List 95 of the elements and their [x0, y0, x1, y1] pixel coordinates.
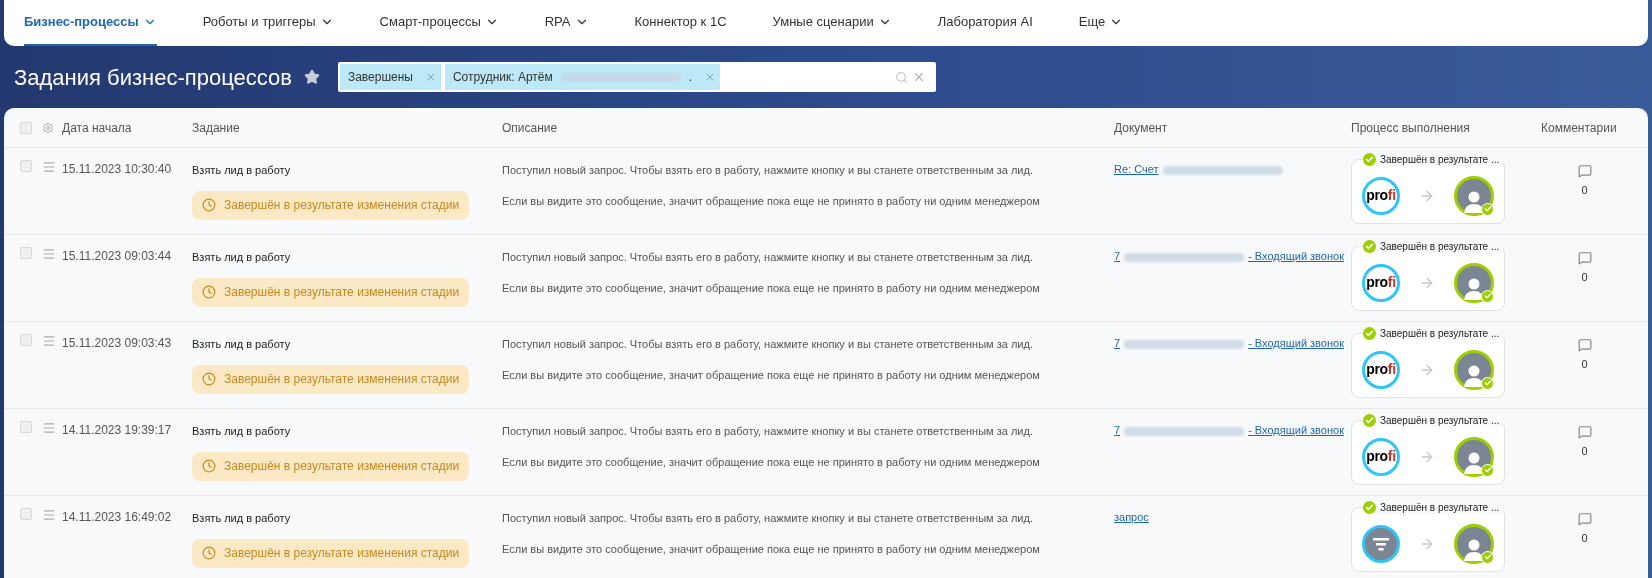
- comment-icon[interactable]: [1577, 251, 1592, 265]
- task-name: Взять лид в работу: [192, 250, 291, 265]
- clock-icon: [202, 459, 216, 473]
- nav-tab[interactable]: Умные сценарии: [772, 0, 892, 46]
- description-text: Поступил новый запрос. Чтобы взять его в работу, нажмите кнопку и вы станете ответственным за лид.: [502, 337, 1034, 352]
- comment-icon[interactable]: [1577, 512, 1592, 526]
- nav-tab[interactable]: Роботы и триггеры: [202, 0, 334, 46]
- description-text: Если вы видите это сообщение, значит обращение пока еще не принято в работу ни одним менеджером: [502, 280, 1041, 296]
- description-text: Поступил новый запрос. Чтобы взять его в работу, нажмите кнопку и вы станете ответственным за лид.: [502, 163, 1034, 178]
- filter-search-field[interactable]: Завершены Сотрудник: Артём .: [337, 62, 936, 92]
- company-logo: profi: [1362, 263, 1400, 302]
- process-status: Завершён в результате ...: [1380, 152, 1500, 166]
- menu-icon[interactable]: [42, 247, 56, 261]
- company-logo: profi: [1362, 176, 1400, 215]
- comment-count: 0: [1581, 183, 1588, 198]
- column-header[interactable]: Задание: [192, 120, 240, 135]
- description-text: Поступил новый запрос. Чтобы взять его в работу, нажмите кнопку и вы станете ответственным за лид.: [502, 250, 1034, 265]
- nav-tab[interactable]: Коннектор к 1С: [634, 0, 727, 46]
- process-status: Завершён в результате ...: [1380, 239, 1500, 253]
- user-avatar: [1454, 175, 1494, 216]
- menu-icon[interactable]: [42, 508, 56, 522]
- task-name: Взять лид в работу: [192, 424, 291, 439]
- row-checkbox[interactable]: [20, 247, 32, 259]
- row-checkbox[interactable]: [20, 421, 32, 433]
- comment-count: 0: [1581, 270, 1588, 285]
- clock-icon: [202, 372, 216, 386]
- menu-icon[interactable]: [42, 334, 56, 348]
- tag-label: Завершены: [347, 69, 413, 86]
- user-avatar: [1454, 262, 1494, 303]
- tag-label-end: .: [688, 69, 693, 86]
- column-header[interactable]: Описание: [502, 120, 558, 135]
- document-link[interactable]: 7 - Входящий звонок: [1114, 424, 1344, 436]
- start-date: 15.11.2023 09:03:43: [62, 336, 172, 350]
- description-text: Поступил новый запрос. Чтобы взять его в работу, нажмите кнопку и вы станете ответственным за лид.: [502, 511, 1034, 526]
- user-avatar: [1454, 349, 1494, 390]
- company-logo: profi: [1362, 437, 1400, 476]
- start-date: 15.11.2023 09:03:44: [62, 249, 172, 263]
- description-text: Если вы видите это сообщение, значит обращение пока еще не принято в работу ни одним менеджером: [502, 193, 1041, 209]
- filter-tag[interactable]: Завершены: [339, 64, 441, 90]
- select-all-checkbox[interactable]: [20, 121, 32, 134]
- comment-icon[interactable]: [1577, 338, 1592, 352]
- comment-count: 0: [1581, 531, 1588, 546]
- row-checkbox[interactable]: [20, 160, 32, 172]
- settings-icon[interactable]: [42, 121, 54, 134]
- status-text: Завершён в результате изменения стадии: [224, 197, 460, 214]
- document-link[interactable]: Re: Счет: [1114, 163, 1287, 175]
- search-icon[interactable]: [894, 70, 908, 84]
- document-link[interactable]: запрос: [1114, 511, 1149, 523]
- column-header[interactable]: Документ: [1114, 120, 1168, 135]
- column-header[interactable]: Процесс выполнения: [1351, 120, 1470, 135]
- star-icon[interactable]: [303, 69, 320, 85]
- description-text: Если вы видите это сообщение, значит обращение пока еще не принято в работу ни одним менеджером: [502, 541, 1041, 557]
- column-header[interactable]: Комментарии: [1541, 120, 1617, 135]
- nav-tab[interactable]: Еще: [1078, 0, 1124, 46]
- process-status: Завершён в результате ...: [1380, 500, 1500, 514]
- row-checkbox[interactable]: [20, 508, 32, 520]
- menu-icon[interactable]: [42, 160, 56, 174]
- nav-tab[interactable]: Бизнес-процессы: [24, 0, 157, 46]
- document-link[interactable]: 7 - Входящий звонок: [1114, 337, 1344, 349]
- page-title: Задания бизнес-процессов: [14, 63, 292, 92]
- user-avatar: [1454, 523, 1494, 564]
- process-status: Завершён в результате ...: [1380, 413, 1500, 427]
- description-text: Если вы видите это сообщение, значит обращение пока еще не принято в работу ни одним менеджером: [502, 367, 1041, 383]
- nav-tab[interactable]: Смарт-процессы: [379, 0, 499, 46]
- row-checkbox[interactable]: [20, 334, 32, 346]
- comment-icon[interactable]: [1577, 164, 1592, 178]
- funnel-avatar: [1362, 524, 1400, 563]
- process-status: Завершён в результате ...: [1380, 326, 1500, 340]
- company-logo: profi: [1362, 350, 1400, 389]
- nav-tab[interactable]: Лаборатория AI: [937, 0, 1033, 46]
- document-link[interactable]: 7 - Входящий звонок: [1114, 250, 1344, 262]
- clock-icon: [202, 546, 216, 560]
- task-name: Взять лид в работу: [192, 511, 291, 526]
- tag-label: Сотрудник: Артём: [452, 69, 553, 86]
- status-text: Завершён в результате изменения стадии: [224, 458, 460, 475]
- task-name: Взять лид в работу: [192, 337, 291, 352]
- description-text: Если вы видите это сообщение, значит обращение пока еще не принято в работу ни одним менеджером: [502, 454, 1041, 470]
- task-name: Взять лид в работу: [192, 163, 291, 178]
- start-date: 14.11.2023 16:49:02: [62, 510, 172, 524]
- status-text: Завершён в результате изменения стадии: [224, 371, 460, 388]
- nav-tab[interactable]: RPA: [544, 0, 589, 46]
- status-text: Завершён в результате изменения стадии: [224, 545, 460, 562]
- description-text: Поступил новый запрос. Чтобы взять его в работу, нажмите кнопку и вы станете ответственным за лид.: [502, 424, 1034, 439]
- clock-icon: [202, 285, 216, 299]
- comment-icon[interactable]: [1577, 425, 1592, 439]
- user-avatar: [1454, 436, 1494, 477]
- clock-icon: [202, 198, 216, 212]
- filter-tag[interactable]: Сотрудник: Артём .: [444, 64, 721, 90]
- status-text: Завершён в результате изменения стадии: [224, 284, 460, 301]
- comment-count: 0: [1581, 357, 1588, 372]
- comment-count: 0: [1581, 444, 1588, 459]
- menu-icon[interactable]: [42, 421, 56, 435]
- start-date: 14.11.2023 19:39:17: [62, 423, 172, 437]
- column-header[interactable]: Дата начала: [62, 120, 132, 135]
- start-date: 15.11.2023 10:30:40: [62, 162, 172, 176]
